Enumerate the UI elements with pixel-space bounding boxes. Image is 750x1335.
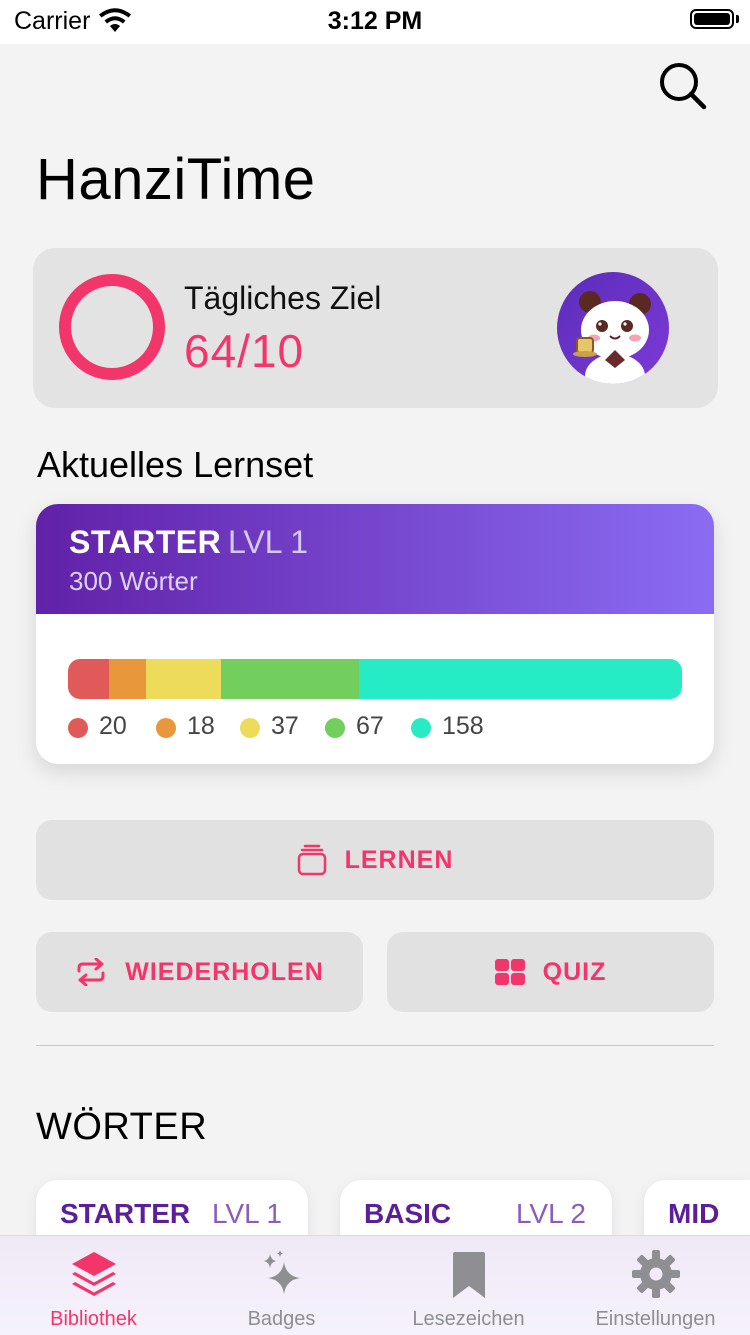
tab-bibliothek[interactable]: Bibliothek xyxy=(0,1236,187,1335)
legend-dot xyxy=(411,718,431,738)
distribution-segment xyxy=(68,659,109,699)
progress-distribution-bar xyxy=(68,659,682,699)
legend-dot xyxy=(325,718,345,738)
legend-count: 158 xyxy=(442,712,484,740)
legend-count: 37 xyxy=(271,712,299,740)
tab-label: Badges xyxy=(247,1308,316,1330)
legend-count: 18 xyxy=(187,712,215,740)
word-set-level: LVL 1 xyxy=(211,1198,282,1229)
gear-icon xyxy=(631,1250,680,1298)
legend-dot xyxy=(240,718,260,738)
repeat-icon xyxy=(77,958,105,986)
word-set-name: BASIC xyxy=(364,1198,452,1229)
goal-value: 64/10 xyxy=(184,325,305,377)
legend-count: 67 xyxy=(356,712,384,740)
set-header: STARTER LVL 1 300 Wörter xyxy=(36,504,714,614)
distribution-segment xyxy=(108,659,146,699)
grid-icon xyxy=(494,959,525,985)
quiz-label: QUIZ xyxy=(542,957,607,986)
divider xyxy=(36,1045,714,1046)
word-set-name: MID xyxy=(668,1198,720,1229)
legend-dot xyxy=(156,718,176,738)
tab-einstellungen[interactable]: Einstellungen xyxy=(562,1236,749,1335)
status-bar: Carrier 3:12 PM xyxy=(0,0,750,40)
set-word-count: 300 Wörter xyxy=(69,566,198,596)
page-title: HanziTime xyxy=(36,147,316,212)
layers-icon xyxy=(71,1252,116,1296)
review-label: WIEDERHOLEN xyxy=(125,957,324,986)
current-set-title: Aktuelles Lernset xyxy=(37,444,314,485)
learn-button[interactable]: LERNEN xyxy=(36,820,714,900)
clock: 3:12 PM xyxy=(327,7,423,35)
tab-lesezeichen[interactable]: Lesezeichen xyxy=(375,1236,562,1335)
sparkles-icon xyxy=(263,1250,300,1294)
stack-cards-icon xyxy=(297,844,326,876)
set-level: LVL 1 xyxy=(228,524,309,560)
goal-ring xyxy=(59,274,165,380)
tab-badges[interactable]: Badges xyxy=(188,1236,375,1335)
tab-label: Einstellungen xyxy=(595,1308,716,1330)
legend-count: 20 xyxy=(99,712,127,740)
panda-avatar[interactable] xyxy=(557,272,669,384)
tab-label: Lesezeichen xyxy=(412,1308,525,1330)
panda-icon xyxy=(573,291,651,384)
quiz-button[interactable]: QUIZ xyxy=(387,932,714,1012)
word-set-name: STARTER xyxy=(60,1198,191,1229)
word-set-level: LVL 2 xyxy=(515,1198,586,1229)
distribution-segment xyxy=(145,659,222,699)
learn-label: LERNEN xyxy=(344,845,454,874)
battery-icon xyxy=(690,9,734,29)
goal-label: Tägliches Ziel xyxy=(184,280,382,316)
current-set-card[interactable]: STARTER LVL 1 300 Wörter 20 18 37 67 158 xyxy=(36,504,714,764)
words-section-title: WÖRTER xyxy=(36,1106,208,1148)
distribution-segment xyxy=(221,659,359,699)
bookmark-icon xyxy=(452,1252,485,1298)
set-name: STARTER xyxy=(69,524,222,560)
tab-label: Bibliothek xyxy=(50,1308,137,1330)
legend-dot xyxy=(68,718,88,738)
distribution-segment xyxy=(358,659,682,699)
review-button[interactable]: WIEDERHOLEN xyxy=(36,932,363,1012)
daily-goal-card[interactable]: Tägliches Ziel 64/10 xyxy=(33,248,718,408)
search-icon[interactable] xyxy=(654,58,710,114)
tab-bar: Bibliothek Badges Lesezeichen Einstellun… xyxy=(0,1235,750,1335)
battery-tip xyxy=(736,15,739,23)
